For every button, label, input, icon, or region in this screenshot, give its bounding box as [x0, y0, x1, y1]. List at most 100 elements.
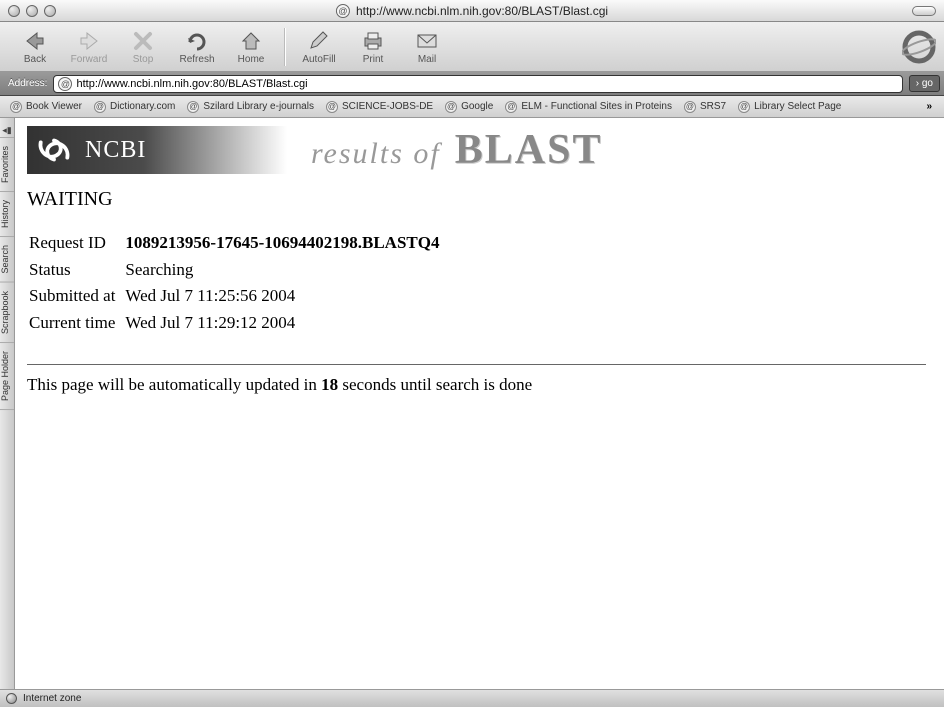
refresh-label: Refresh [179, 54, 214, 65]
bookmark-label: Szilard Library e-journals [203, 101, 314, 112]
sidebar-tab-search[interactable]: Search [0, 237, 14, 283]
mail-label: Mail [418, 54, 436, 65]
autofill-button[interactable]: AutoFill [292, 23, 346, 71]
go-chevron-icon: › [916, 78, 919, 89]
address-field-wrapper[interactable]: @ [53, 75, 902, 93]
go-button[interactable]: › go [909, 75, 940, 92]
refresh-button[interactable]: Refresh [170, 23, 224, 71]
bookmark-google[interactable]: @ Google [441, 99, 497, 115]
waiting-heading: WAITING [27, 188, 926, 211]
ncbi-banner: NCBI results of BLAST [27, 126, 926, 174]
autofill-label: AutoFill [302, 54, 335, 65]
ncbi-logo-icon [35, 131, 73, 169]
bookmark-label: Book Viewer [26, 101, 82, 112]
address-bar: Address: @ › go [0, 72, 944, 96]
close-window-button[interactable] [8, 5, 20, 17]
sidebar-tab-history[interactable]: History [0, 192, 14, 237]
forward-arrow-icon [75, 28, 103, 54]
sidebar-tabs: ◂▮ Favorites History Search Scrapbook Pa… [0, 118, 15, 689]
print-label: Print [363, 54, 384, 65]
zone-globe-icon [6, 693, 17, 704]
toolbar-separator [284, 28, 286, 66]
bookmark-dictionary[interactable]: @ Dictionary.com [90, 99, 179, 115]
current-time-value: Wed Jul 7 11:29:12 2004 [125, 311, 447, 336]
ncbi-label: NCBI [85, 137, 146, 164]
main-area: ◂▮ Favorites History Search Scrapbook Pa… [0, 118, 944, 689]
back-button[interactable]: Back [8, 23, 62, 71]
bookmark-icon: @ [94, 101, 106, 113]
traffic-lights [8, 5, 56, 17]
main-toolbar: Back Forward Stop Refresh Home AutoFill [0, 22, 944, 72]
current-time-label: Current time [29, 311, 123, 336]
home-label: Home [238, 54, 265, 65]
globe-icon: @ [336, 4, 350, 18]
auto-update-message: This page will be automatically updated … [27, 375, 926, 395]
stop-button[interactable]: Stop [116, 23, 170, 71]
bookmark-label: Dictionary.com [110, 101, 175, 112]
bookmark-book-viewer[interactable]: @ Book Viewer [6, 99, 86, 115]
zoom-window-button[interactable] [44, 5, 56, 17]
toolbar-toggle-pill[interactable] [912, 6, 936, 16]
forward-label: Forward [71, 54, 108, 65]
bookmark-icon: @ [505, 101, 517, 113]
printer-icon [359, 28, 387, 54]
bookmarks-bar: @ Book Viewer @ Dictionary.com @ Szilard Li… [0, 96, 944, 118]
status-bar: Internet zone [0, 689, 944, 707]
go-label: go [922, 78, 933, 89]
home-button[interactable]: Home [224, 23, 278, 71]
bookmark-icon: @ [187, 101, 199, 113]
auto-update-before: This page will be automatically updated … [27, 375, 321, 394]
refresh-icon [183, 28, 211, 54]
table-row: Submitted at Wed Jul 7 11:25:56 2004 [29, 284, 447, 309]
auto-update-seconds: 18 [321, 375, 338, 394]
minimize-window-button[interactable] [26, 5, 38, 17]
back-arrow-icon [21, 28, 49, 54]
bookmark-icon: @ [326, 101, 338, 113]
bookmark-label: Google [461, 101, 493, 112]
table-row: Current time Wed Jul 7 11:29:12 2004 [29, 311, 447, 336]
bookmark-szilard-library[interactable]: @ Szilard Library e-journals [183, 99, 318, 115]
sidebar-tab-favorites[interactable]: Favorites [0, 138, 14, 192]
url-globe-icon: @ [58, 77, 72, 91]
autofill-pencil-icon [305, 28, 333, 54]
bookmark-label: ELM - Functional Sites in Proteins [521, 101, 672, 112]
bookmark-science-jobs-de[interactable]: @SCIENCE-JOBS-DE [322, 99, 437, 115]
request-id-value: 1089213956-17645-10694402198.BLASTQ4 [125, 231, 447, 256]
window-title-text: http://www.ncbi.nlm.nih.gov:80/BLAST/Bla… [356, 4, 608, 18]
mail-button[interactable]: Mail [400, 23, 454, 71]
horizontal-rule [27, 364, 926, 365]
sidebar-tab-page-holder[interactable]: Page Holder [0, 343, 14, 410]
table-row: Status Searching [29, 258, 447, 283]
table-row: Request ID 1089213956-17645-10694402198.… [29, 231, 447, 256]
sidebar-collapse-handle[interactable]: ◂▮ [0, 124, 14, 138]
bookmarks-overflow-button[interactable]: » [920, 101, 938, 112]
ncbi-badge: NCBI [27, 126, 287, 174]
sidebar-tab-scrapbook[interactable]: Scrapbook [0, 283, 14, 343]
results-of-text: results of [311, 137, 441, 171]
submitted-label: Submitted at [29, 284, 123, 309]
address-input[interactable] [76, 78, 897, 90]
status-value: Searching [125, 258, 447, 283]
bookmark-label: SRS7 [700, 101, 726, 112]
bookmark-icon: @ [445, 101, 457, 113]
bookmark-label: Library Select Page [754, 101, 841, 112]
internet-explorer-logo-icon [902, 30, 936, 64]
bookmark-library-select[interactable]: @ Library Select Page [734, 99, 845, 115]
window-title: @ http://www.ncbi.nlm.nih.gov:80/BLAST/B… [336, 4, 608, 18]
blast-text: BLAST [455, 126, 603, 174]
bookmark-icon: @ [684, 101, 696, 113]
status-table: Request ID 1089213956-17645-10694402198.… [27, 229, 449, 338]
bookmark-icon: @ [738, 101, 750, 113]
stop-label: Stop [133, 54, 154, 65]
bookmark-srs7[interactable]: @ SRS7 [680, 99, 730, 115]
submitted-value: Wed Jul 7 11:25:56 2004 [125, 284, 447, 309]
bookmark-icon: @ [10, 101, 22, 113]
stop-icon [129, 28, 157, 54]
page-content: NCBI results of BLAST WAITING Request ID… [15, 118, 944, 689]
zone-text: Internet zone [23, 693, 81, 704]
forward-button[interactable]: Forward [62, 23, 116, 71]
home-icon [237, 28, 265, 54]
print-button[interactable]: Print [346, 23, 400, 71]
address-label: Address: [8, 78, 47, 89]
bookmark-elm[interactable]: @ ELM - Functional Sites in Proteins [501, 99, 676, 115]
